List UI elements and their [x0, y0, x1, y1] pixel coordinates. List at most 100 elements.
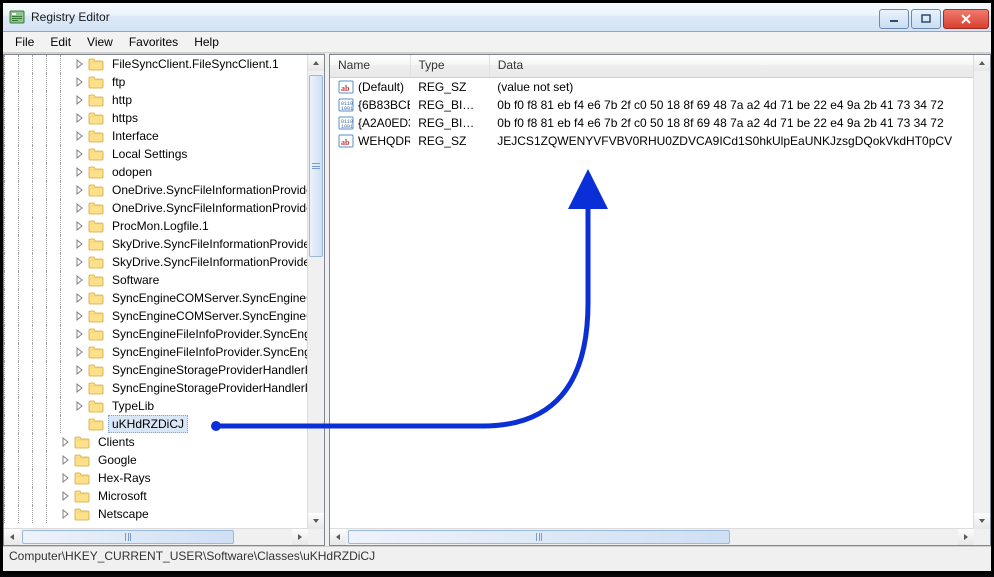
expander-icon[interactable] [60, 436, 72, 448]
tree-item[interactable]: ProcMon.Logfile.1 [4, 217, 308, 235]
tree-item-label: ProcMon.Logfile.1 [108, 217, 213, 235]
expander-icon[interactable] [74, 346, 86, 358]
column-header-type[interactable]: Type [411, 55, 490, 77]
svg-text:1001: 1001 [341, 106, 353, 112]
tree-item-label: Interface [108, 127, 163, 145]
expander-icon[interactable] [60, 508, 72, 520]
expander-icon[interactable] [74, 202, 86, 214]
expander-icon[interactable] [60, 490, 72, 502]
list-row[interactable]: 01101001{A2A0ED3C-425...REG_BINARY0b f0 … [330, 114, 974, 132]
tree-item[interactable]: SkyDrive.SyncFileInformationProvider.1 [4, 253, 308, 271]
tree-item[interactable]: Software [4, 271, 308, 289]
list-row[interactable]: ab(Default)REG_SZ(value not set) [330, 78, 974, 96]
menu-file[interactable]: File [7, 33, 42, 51]
menu-favorites[interactable]: Favorites [121, 33, 186, 51]
tree-item[interactable]: SyncEngineCOMServer.SyncEngineCOMServer [4, 289, 308, 307]
tree-item-label: ftp [108, 73, 129, 91]
tree-item[interactable]: Local Settings [4, 145, 308, 163]
scroll-up-button[interactable] [308, 55, 324, 71]
expander-icon[interactable] [74, 364, 86, 376]
expander-icon[interactable] [74, 310, 86, 322]
expander-icon[interactable] [74, 184, 86, 196]
expander-icon[interactable] [60, 472, 72, 484]
tree-item[interactable]: https [4, 109, 308, 127]
tree-item-label: uKHdRZDiCJ [108, 415, 188, 433]
tree-item[interactable]: Netscape [4, 505, 308, 523]
tree-item[interactable]: TypeLib [4, 397, 308, 415]
tree-item[interactable]: uKHdRZDiCJ [4, 415, 308, 433]
tree-item[interactable]: Google [4, 451, 308, 469]
close-button[interactable] [943, 9, 989, 29]
expander-icon[interactable] [74, 400, 86, 412]
tree-item[interactable]: SyncEngineStorageProviderHandlerProxy [4, 361, 308, 379]
column-header-name[interactable]: Name [330, 55, 411, 77]
menu-edit[interactable]: Edit [42, 33, 79, 51]
maximize-button[interactable] [911, 9, 941, 29]
tree-item[interactable]: ftp [4, 73, 308, 91]
scroll-left-button[interactable] [4, 529, 20, 545]
folder-icon [88, 417, 104, 431]
expander-icon[interactable] [74, 148, 86, 160]
tree-item[interactable]: OneDrive.SyncFileInformationProvider.1 [4, 199, 308, 217]
tree-item[interactable]: FileSyncClient.FileSyncClient.1 [4, 55, 308, 73]
tree-horizontal-scrollbar[interactable] [4, 528, 308, 545]
scroll-right-button[interactable] [958, 529, 974, 545]
scroll-up-button[interactable] [974, 55, 990, 71]
tree-item[interactable]: OneDrive.SyncFileInformationProvider [4, 181, 308, 199]
expander-icon[interactable] [74, 166, 86, 178]
tree-item[interactable]: SyncEngineFileInfoProvider.SyncEngineFil… [4, 343, 308, 361]
scroll-left-button[interactable] [330, 529, 346, 545]
scroll-right-button[interactable] [292, 529, 308, 545]
expander-icon[interactable] [74, 382, 86, 394]
expander-icon[interactable] [60, 454, 72, 466]
menu-view[interactable]: View [79, 33, 121, 51]
scroll-thumb[interactable] [309, 75, 323, 257]
expander-icon[interactable] [74, 220, 86, 232]
registry-tree[interactable]: FileSyncClient.FileSyncClient.1ftphttpht… [4, 55, 308, 529]
tree-item[interactable]: Hex-Rays [4, 469, 308, 487]
tree-item[interactable]: Interface [4, 127, 308, 145]
value-type: REG_SZ [410, 134, 489, 148]
expander-icon[interactable] [74, 238, 86, 250]
expander-icon[interactable] [74, 328, 86, 340]
value-data: 0b f0 f8 81 eb f4 e6 7b 2f c0 50 18 8f 6… [489, 98, 974, 112]
expander-icon[interactable] [74, 76, 86, 88]
folder-icon [88, 399, 104, 413]
scroll-thumb[interactable] [22, 530, 234, 544]
string-value-icon: ab [338, 133, 354, 149]
tree-item[interactable]: Clients [4, 433, 308, 451]
scroll-thumb[interactable] [348, 530, 730, 544]
expander-icon[interactable] [74, 292, 86, 304]
expander-icon[interactable] [74, 94, 86, 106]
list-vertical-scrollbar[interactable] [973, 55, 990, 529]
list-row[interactable]: abWEHQDRBRREG_SZJEJCS1ZQWENYVFVBV0RHU0ZD… [330, 132, 974, 150]
list-header[interactable]: NameTypeData [330, 55, 974, 78]
tree-item[interactable]: SkyDrive.SyncFileInformationProvider [4, 235, 308, 253]
expander-icon[interactable] [74, 256, 86, 268]
expander-icon[interactable] [74, 112, 86, 124]
titlebar[interactable]: Registry Editor [3, 3, 991, 32]
list-horizontal-scrollbar[interactable] [330, 528, 974, 545]
tree-vertical-scrollbar[interactable] [307, 55, 324, 529]
column-header-data[interactable]: Data [490, 55, 974, 77]
expander-icon[interactable] [74, 274, 86, 286]
tree-item[interactable]: SyncEngineCOMServer.SyncEngineCOMServer.… [4, 307, 308, 325]
tree-item[interactable]: SyncEngineStorageProviderHandlerProxy.1 [4, 379, 308, 397]
scroll-down-button[interactable] [974, 513, 990, 529]
menu-help[interactable]: Help [186, 33, 227, 51]
list-row[interactable]: 01101001{6B83BCE2-AC5...REG_BINARY0b f0 … [330, 96, 974, 114]
value-data: JEJCS1ZQWENYVFVBV0RHU0ZDVCA9ICd1S0hkUlpE… [489, 134, 974, 148]
folder-icon [74, 435, 90, 449]
status-path: Computer\HKEY_CURRENT_USER\Software\Clas… [9, 549, 375, 563]
tree-item[interactable]: SyncEngineFileInfoProvider.SyncEngineFil… [4, 325, 308, 343]
folder-icon [88, 129, 104, 143]
expander-icon[interactable] [74, 130, 86, 142]
scroll-down-button[interactable] [308, 513, 324, 529]
expander-icon[interactable] [74, 58, 86, 70]
value-type: REG_BINARY [410, 98, 489, 112]
tree-item[interactable]: Microsoft [4, 487, 308, 505]
tree-item[interactable]: odopen [4, 163, 308, 181]
values-list[interactable]: ab(Default)REG_SZ(value not set)01101001… [330, 78, 974, 150]
minimize-button[interactable] [879, 9, 909, 29]
tree-item[interactable]: http [4, 91, 308, 109]
